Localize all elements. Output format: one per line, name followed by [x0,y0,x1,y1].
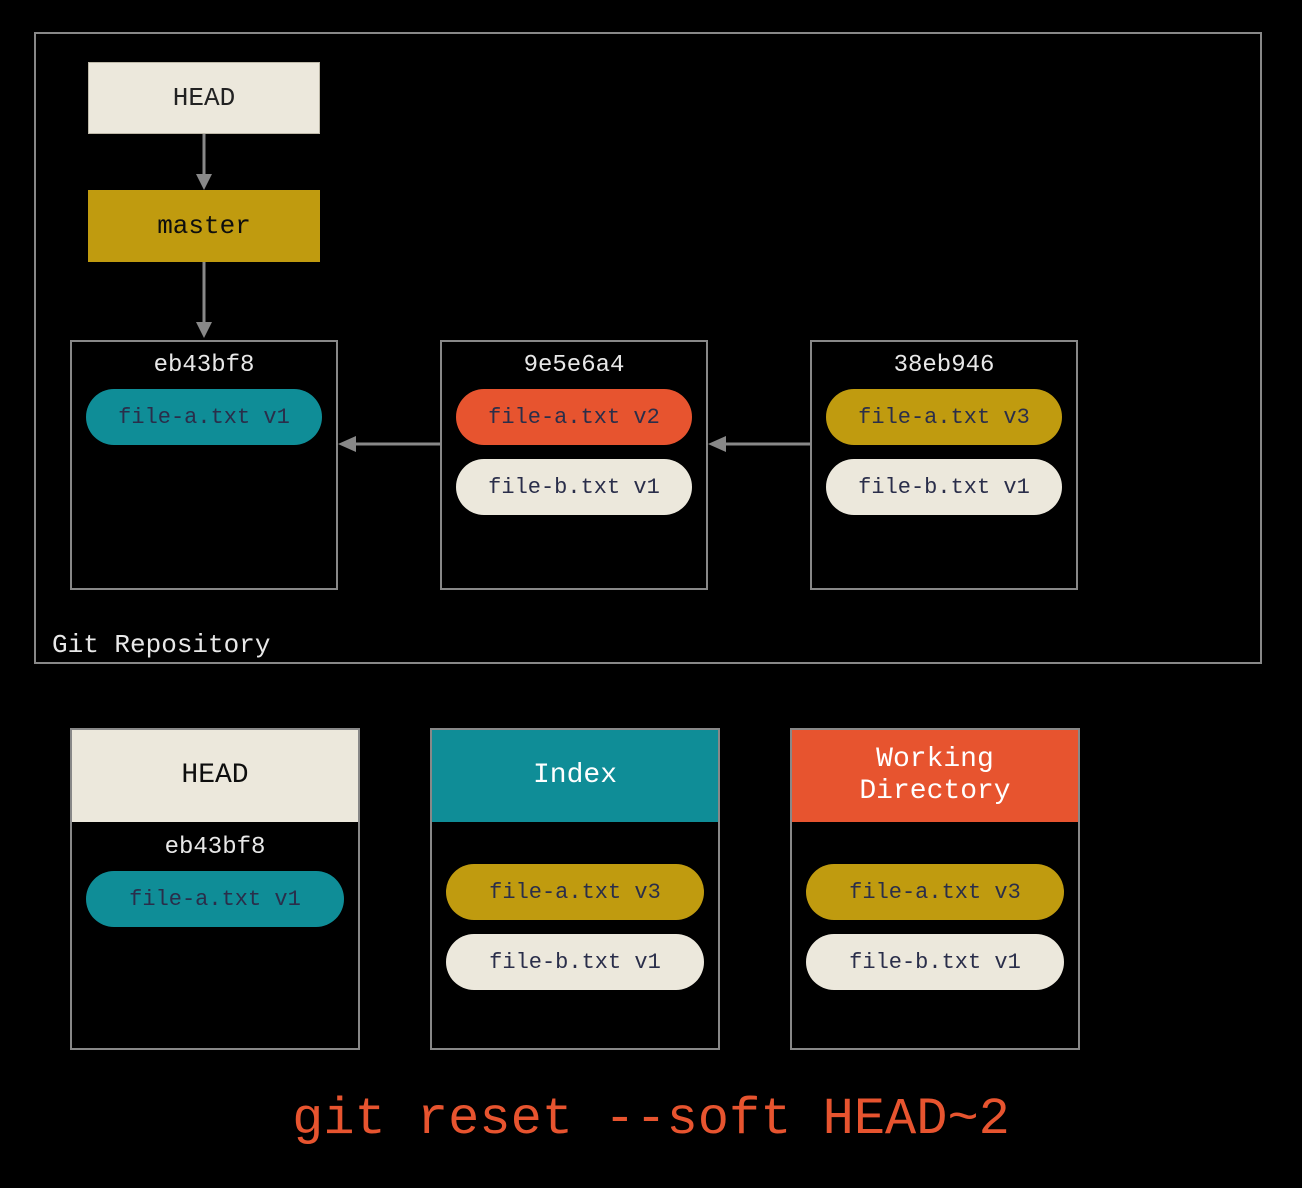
arrow-commit3-to-commit2 [708,430,810,458]
tree-wd-title: Working Directory [859,744,1010,808]
tree-head-file-pill: file-a.txt v1 [86,871,344,927]
tree-head-header: HEAD [72,730,358,822]
git-repository-label: Git Repository [46,630,276,660]
command-caption: git reset --soft HEAD~2 [0,1090,1302,1149]
commit-box-2: 9e5e6a4 file-a.txt v2 file-b.txt v1 [440,340,708,590]
commit-box-1: eb43bf8 file-a.txt v1 [70,340,338,590]
commit-2-file-pill-1: file-a.txt v2 [456,389,692,445]
commit-box-3: 38eb946 file-a.txt v3 file-b.txt v1 [810,340,1078,590]
arrow-head-to-master [190,134,218,190]
master-branch-box: master [88,190,320,262]
commit-hash-2: 9e5e6a4 [442,352,706,379]
commit-1-file-pill: file-a.txt v1 [86,389,322,445]
commit-hash-1: eb43bf8 [72,352,336,379]
tree-wd-box: Working Directory file-a.txt v3 file-b.t… [790,728,1080,1050]
commit-3-file-pill-1: file-a.txt v3 [826,389,1062,445]
commit-3-file-pill-2: file-b.txt v1 [826,459,1062,515]
tree-index-file-pill-2: file-b.txt v1 [446,934,704,990]
tree-index-header: Index [432,730,718,822]
commit-2-file-pill-2: file-b.txt v1 [456,459,692,515]
tree-head-hash: eb43bf8 [72,834,358,861]
tree-index-file-pill-1: file-a.txt v3 [446,864,704,920]
tree-wd-file-pill-1: file-a.txt v3 [806,864,1064,920]
tree-wd-file-pill-2: file-b.txt v1 [806,934,1064,990]
head-pointer-label: HEAD [173,83,235,113]
commit-hash-3: 38eb946 [812,352,1076,379]
tree-head-title: HEAD [181,760,248,792]
tree-wd-header: Working Directory [792,730,1078,822]
master-branch-label: master [157,211,251,241]
tree-head-box: HEAD eb43bf8 file-a.txt v1 [70,728,360,1050]
tree-index-title: Index [533,760,617,792]
arrow-commit2-to-commit1 [338,430,440,458]
diagram-canvas: Git Repository HEAD master eb43bf8 file-… [0,0,1302,1188]
arrow-master-to-commit [190,262,218,338]
head-pointer-box: HEAD [88,62,320,134]
tree-index-box: Index file-a.txt v3 file-b.txt v1 [430,728,720,1050]
